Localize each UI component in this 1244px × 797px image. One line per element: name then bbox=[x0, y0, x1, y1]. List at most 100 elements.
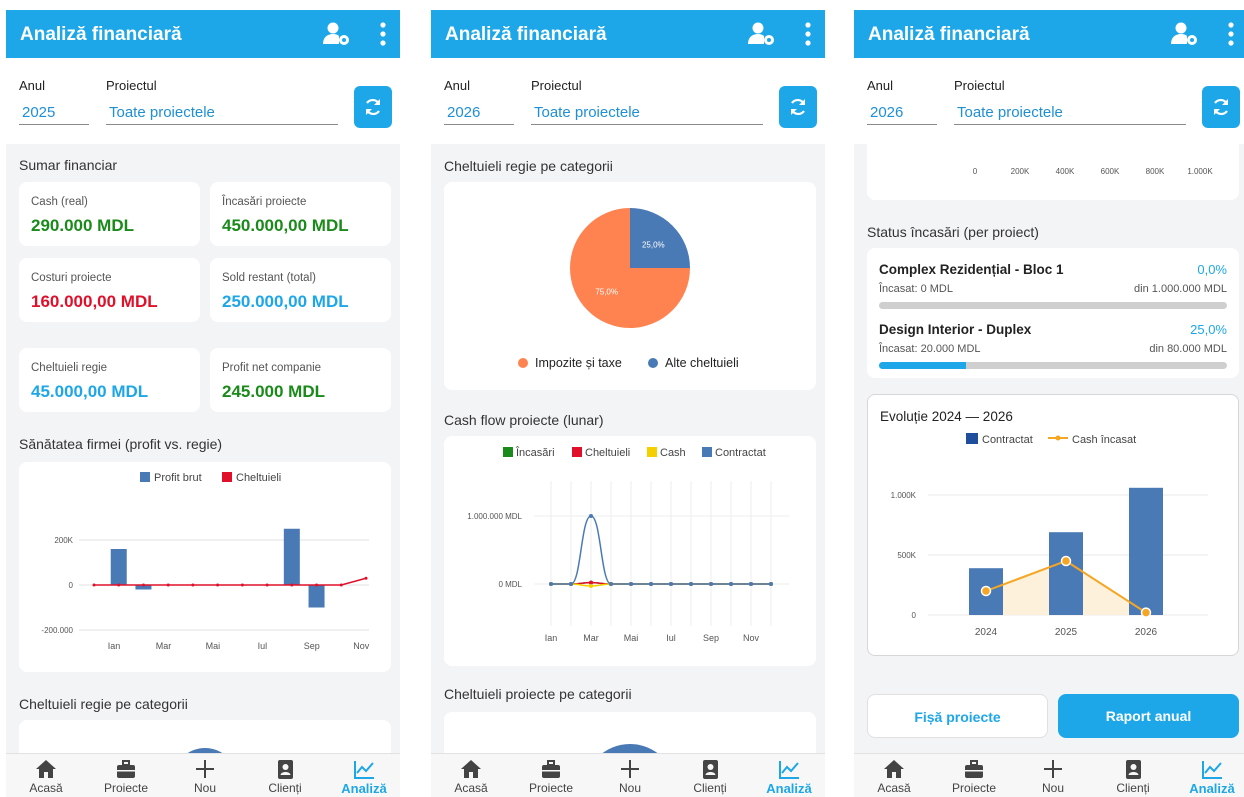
project-collected: Încasat: 0 MDL bbox=[879, 283, 953, 295]
legend-label: Încasări bbox=[515, 446, 555, 459]
progress-bar bbox=[879, 302, 1227, 309]
y-tick-label: 200K bbox=[54, 536, 73, 545]
nav-analiză[interactable]: Analiză bbox=[754, 758, 824, 796]
legend-dot bbox=[518, 358, 528, 368]
nav-clienți[interactable]: Clienți bbox=[250, 758, 320, 795]
legend-label: Cash bbox=[660, 447, 686, 459]
line-point bbox=[117, 583, 121, 587]
line-point bbox=[191, 583, 195, 587]
screen-2025: Analiză financiară Anul Proiectul 2025 T… bbox=[6, 10, 400, 797]
pie-slice bbox=[630, 208, 690, 268]
nav-acasă[interactable]: Acasă bbox=[859, 758, 929, 795]
content: Cheltuieli regie pe categorii 25,0% 75,0%… bbox=[431, 144, 825, 754]
project-select[interactable]: Toate proiectele bbox=[106, 104, 338, 125]
year-select[interactable]: 2026 bbox=[867, 104, 937, 125]
nav-analiză[interactable]: Analiză bbox=[329, 758, 399, 796]
nav-label: Nou bbox=[193, 781, 216, 795]
nav-label: Proiecte bbox=[103, 781, 149, 795]
card-label: Costuri proiecte bbox=[31, 272, 112, 284]
nav-proiecte[interactable]: Proiecte bbox=[91, 758, 161, 795]
x-tick-label: 2026 bbox=[1135, 627, 1158, 638]
line-point bbox=[769, 582, 773, 586]
cashflow-chart: Încasări Cheltuieli Cash Contractat 1.000.00… bbox=[467, 446, 789, 643]
nav-clienți[interactable]: Clienți bbox=[675, 758, 745, 795]
y-tick-label: 0 MDL bbox=[498, 580, 522, 589]
briefcase-icon bbox=[117, 760, 135, 778]
bar bbox=[1049, 532, 1083, 615]
card-label: Încasări proiecte bbox=[222, 196, 307, 208]
nav-label: Analiză bbox=[766, 781, 812, 796]
more-vert-icon[interactable] bbox=[380, 22, 386, 46]
x-tick-label: Sep bbox=[304, 641, 320, 651]
legend-label: Cheltuieli bbox=[585, 447, 630, 459]
refresh-button[interactable] bbox=[354, 86, 392, 128]
nav-nou[interactable]: Nou bbox=[595, 758, 665, 795]
nav-nou[interactable]: Nou bbox=[1018, 758, 1088, 795]
line-point bbox=[980, 585, 992, 597]
proj-cat-bar-chart: 0 200K 400K 600K 800K 1.000K bbox=[973, 167, 1214, 176]
briefcase-icon bbox=[542, 760, 560, 778]
nav-analiză[interactable]: Analiză bbox=[1177, 758, 1244, 796]
contacts-icon bbox=[1126, 760, 1141, 779]
line-point bbox=[1060, 555, 1072, 567]
card-value: 250.000,00 MDL bbox=[222, 292, 349, 311]
x-tick-label: 1.000K bbox=[1187, 167, 1213, 176]
nav-proiecte[interactable]: Proiecte bbox=[516, 758, 586, 795]
line-point bbox=[339, 583, 343, 587]
cashflow-title: Cash flow proiecte (lunar) bbox=[444, 412, 604, 428]
line-point bbox=[689, 582, 693, 586]
project-select[interactable]: Toate proiectele bbox=[531, 104, 763, 125]
legend-swatch bbox=[702, 447, 712, 457]
nav-nou[interactable]: Nou bbox=[170, 758, 240, 795]
nav-clienți[interactable]: Clienți bbox=[1098, 758, 1168, 795]
nav-label: Proiecte bbox=[951, 781, 997, 795]
year-select[interactable]: 2025 bbox=[19, 104, 89, 125]
more-vert-icon[interactable] bbox=[805, 22, 811, 46]
plus-icon bbox=[621, 760, 639, 778]
line-point bbox=[589, 514, 593, 518]
filter-bar: Anul Proiectul 2026 Toate proiectele bbox=[431, 58, 825, 144]
fisa-proiecte-button[interactable]: Fișă proiecte bbox=[867, 694, 1048, 738]
refresh-button[interactable] bbox=[779, 86, 817, 128]
card-label: Sold restant (total) bbox=[222, 272, 316, 284]
more-vert-icon[interactable] bbox=[1228, 22, 1234, 46]
refresh-button[interactable] bbox=[1202, 86, 1240, 128]
x-tick-label: Mar bbox=[156, 641, 172, 651]
raport-anual-button[interactable]: Raport anual bbox=[1058, 694, 1239, 738]
x-tick-label: Mai bbox=[624, 633, 639, 643]
status-title: Status încasări (per proiect) bbox=[867, 224, 1039, 240]
line-point bbox=[609, 582, 613, 586]
nav-acasă[interactable]: Acasă bbox=[11, 758, 81, 795]
line-point bbox=[141, 583, 145, 587]
x-tick-label: 400K bbox=[1056, 167, 1075, 176]
account-settings-icon[interactable] bbox=[322, 21, 350, 47]
account-settings-icon[interactable] bbox=[1170, 21, 1198, 47]
summary-card: Sold restant (total) 250.000,00 MDL bbox=[210, 258, 391, 322]
project-label: Proiectul bbox=[106, 78, 157, 93]
x-tick-label: 0 bbox=[973, 167, 978, 176]
x-tick-label: Iul bbox=[666, 633, 676, 643]
x-tick-label: Ian bbox=[108, 641, 121, 651]
nav-proiecte[interactable]: Proiecte bbox=[939, 758, 1009, 795]
regie-chart-card bbox=[19, 720, 391, 754]
line-point bbox=[709, 582, 713, 586]
line-point bbox=[649, 582, 653, 586]
year-label: Anul bbox=[19, 78, 46, 93]
line-point bbox=[629, 582, 633, 586]
legend-label: Contractat bbox=[715, 447, 766, 459]
project-select[interactable]: Toate proiectele bbox=[954, 104, 1186, 125]
evolution-card: Evoluție 2024 — 2026 Contractat Cash înca… bbox=[867, 394, 1239, 656]
x-tick-label: Nov bbox=[743, 633, 760, 643]
bar bbox=[110, 549, 127, 585]
evolution-chart: Contractat Cash încasat 1.000K 500K 0 2024 202… bbox=[891, 433, 1208, 638]
card-value: 450.000,00 MDL bbox=[222, 216, 349, 235]
line-point bbox=[265, 583, 269, 587]
line-point bbox=[669, 582, 673, 586]
bottom-nav: Acasă Proiecte Nou Clienți Analiză bbox=[6, 753, 400, 797]
legend-label: Profit brut bbox=[154, 472, 202, 484]
nav-acasă[interactable]: Acasă bbox=[436, 758, 506, 795]
account-settings-icon[interactable] bbox=[747, 21, 775, 47]
summary-card: Încasări proiecte 450.000,00 MDL bbox=[210, 182, 391, 246]
summary-title: Sumar financiar bbox=[19, 157, 118, 173]
year-select[interactable]: 2026 bbox=[444, 104, 514, 125]
